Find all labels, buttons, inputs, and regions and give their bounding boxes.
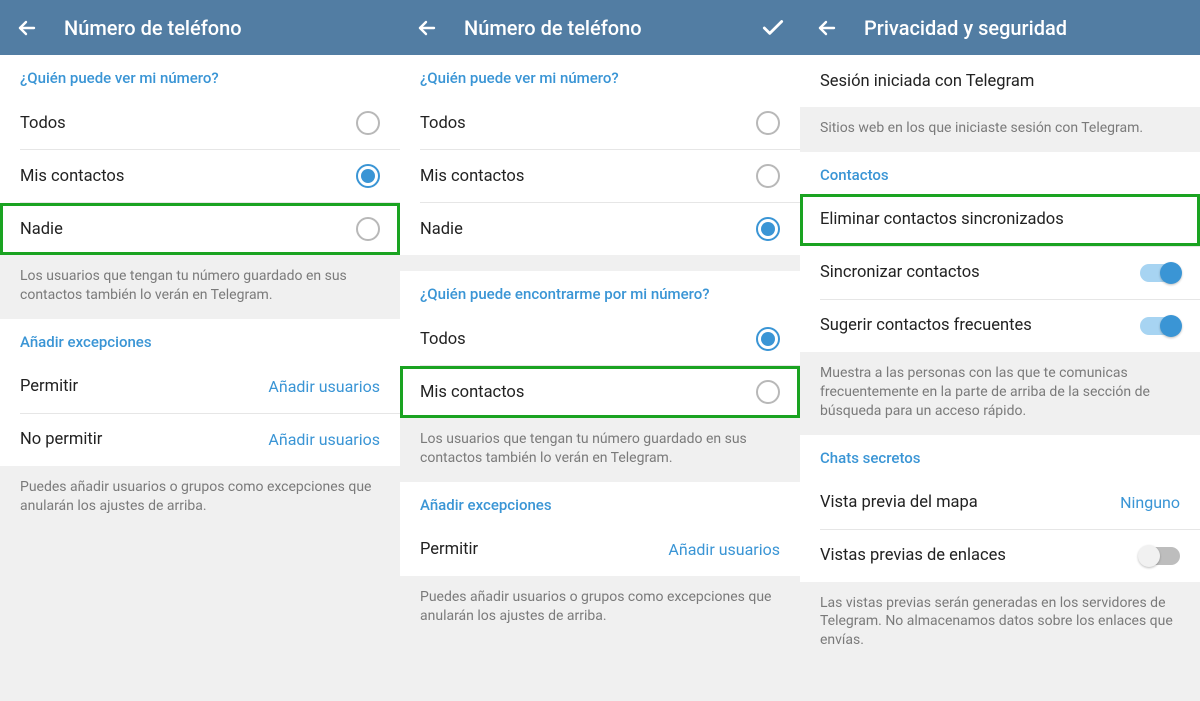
radio-row-my-contacts-find[interactable]: Mis contactos <box>400 366 800 418</box>
map-preview-row[interactable]: Vista previa del mapa Ninguno <box>800 477 1200 529</box>
sync-contacts-row[interactable]: Sincronizar contactos <box>800 247 1200 299</box>
app-header: Número de teléfono <box>400 0 800 55</box>
add-users-link[interactable]: Añadir usuarios <box>668 540 780 559</box>
confirm-check-icon[interactable] <box>760 15 786 41</box>
section-note: Las vistas previas serán generadas en lo… <box>800 582 1200 701</box>
row-value: Ninguno <box>1120 493 1180 512</box>
header-title: Privacidad y seguridad <box>864 16 1186 40</box>
screen-privacy-security: Privacidad y seguridad Sesión iniciada c… <box>800 0 1200 701</box>
radio-icon <box>756 327 780 351</box>
add-users-link[interactable]: Añadir usuarios <box>268 377 380 396</box>
radio-row-everyone-find[interactable]: Todos <box>400 313 800 365</box>
radio-icon <box>356 217 380 241</box>
radio-label: Todos <box>420 330 466 349</box>
header-title: Número de teléfono <box>64 16 386 40</box>
section-who-can-see: ¿Quién puede ver mi número? <box>400 55 800 97</box>
section-contacts: Contactos <box>800 152 1200 194</box>
radio-row-everyone[interactable]: Todos <box>0 97 400 149</box>
toggle-switch[interactable] <box>1140 264 1180 282</box>
row-label: Vistas previas de enlaces <box>820 546 1006 565</box>
screen-phone-number-2: Número de teléfono ¿Quién puede ver mi n… <box>400 0 800 701</box>
session-row[interactable]: Sesión iniciada con Telegram <box>800 55 1200 107</box>
radio-row-everyone[interactable]: Todos <box>400 97 800 149</box>
radio-row-nobody[interactable]: Nadie <box>400 203 800 255</box>
radio-icon <box>356 111 380 135</box>
section-who-can-see: ¿Quién puede ver mi número? <box>0 55 400 97</box>
row-label: Eliminar contactos sincronizados <box>820 210 1064 229</box>
radio-label: Todos <box>420 114 466 133</box>
row-label: Sugerir contactos frecuentes <box>820 316 1032 335</box>
exception-row-allow[interactable]: Permitir Añadir usuarios <box>0 361 400 413</box>
header-title: Número de teléfono <box>464 16 736 40</box>
toggle-switch[interactable] <box>1140 317 1180 335</box>
radio-row-my-contacts[interactable]: Mis contactos <box>0 150 400 202</box>
section-who-can-find: ¿Quién puede encontrarme por mi número? <box>400 271 800 313</box>
radio-row-my-contacts[interactable]: Mis contactos <box>400 150 800 202</box>
section-exceptions: Añadir excepciones <box>400 482 800 524</box>
radio-label: Nadie <box>20 220 63 239</box>
radio-row-nobody[interactable]: Nadie <box>0 203 400 255</box>
link-previews-row[interactable]: Vistas previas de enlaces <box>800 530 1200 582</box>
back-arrow-icon[interactable] <box>814 15 840 41</box>
radio-icon <box>356 164 380 188</box>
section-note: Sitios web en los que iniciaste sesión c… <box>800 107 1200 152</box>
back-arrow-icon[interactable] <box>14 15 40 41</box>
app-header: Número de teléfono <box>0 0 400 55</box>
exception-label: Permitir <box>20 377 78 396</box>
radio-label: Mis contactos <box>420 383 524 402</box>
suggest-frequent-contacts-row[interactable]: Sugerir contactos frecuentes <box>800 300 1200 352</box>
exception-row-deny[interactable]: No permitir Añadir usuarios <box>0 414 400 466</box>
exception-label: Permitir <box>420 540 478 559</box>
radio-label: Todos <box>20 114 66 133</box>
section-exceptions: Añadir excepciones <box>0 319 400 361</box>
section-note: Puedes añadir usuarios o grupos como exc… <box>400 576 800 701</box>
section-secret-chats: Chats secretos <box>800 435 1200 477</box>
screen-phone-number-1: Número de teléfono ¿Quién puede ver mi n… <box>0 0 400 701</box>
radio-label: Mis contactos <box>20 167 124 186</box>
radio-icon <box>756 111 780 135</box>
exception-label: No permitir <box>20 430 102 449</box>
toggle-switch[interactable] <box>1140 547 1180 565</box>
row-label: Sincronizar contactos <box>820 263 980 282</box>
radio-label: Nadie <box>420 220 463 239</box>
section-note: Los usuarios que tengan tu número guarda… <box>0 255 400 319</box>
exception-row-allow[interactable]: Permitir Añadir usuarios <box>400 524 800 576</box>
back-arrow-icon[interactable] <box>414 15 440 41</box>
row-label: Vista previa del mapa <box>820 493 978 512</box>
section-note: Muestra a las personas con las que te co… <box>800 352 1200 435</box>
section-note: Puedes añadir usuarios o grupos como exc… <box>0 466 400 701</box>
section-note: Los usuarios que tengan tu número guarda… <box>400 418 800 482</box>
radio-icon <box>756 380 780 404</box>
radio-icon <box>756 217 780 241</box>
radio-icon <box>756 164 780 188</box>
delete-synced-contacts-row[interactable]: Eliminar contactos sincronizados <box>800 194 1200 246</box>
spacer-note <box>400 255 800 271</box>
add-users-link[interactable]: Añadir usuarios <box>268 430 380 449</box>
radio-label: Mis contactos <box>420 167 524 186</box>
app-header: Privacidad y seguridad <box>800 0 1200 55</box>
session-label: Sesión iniciada con Telegram <box>820 72 1034 91</box>
